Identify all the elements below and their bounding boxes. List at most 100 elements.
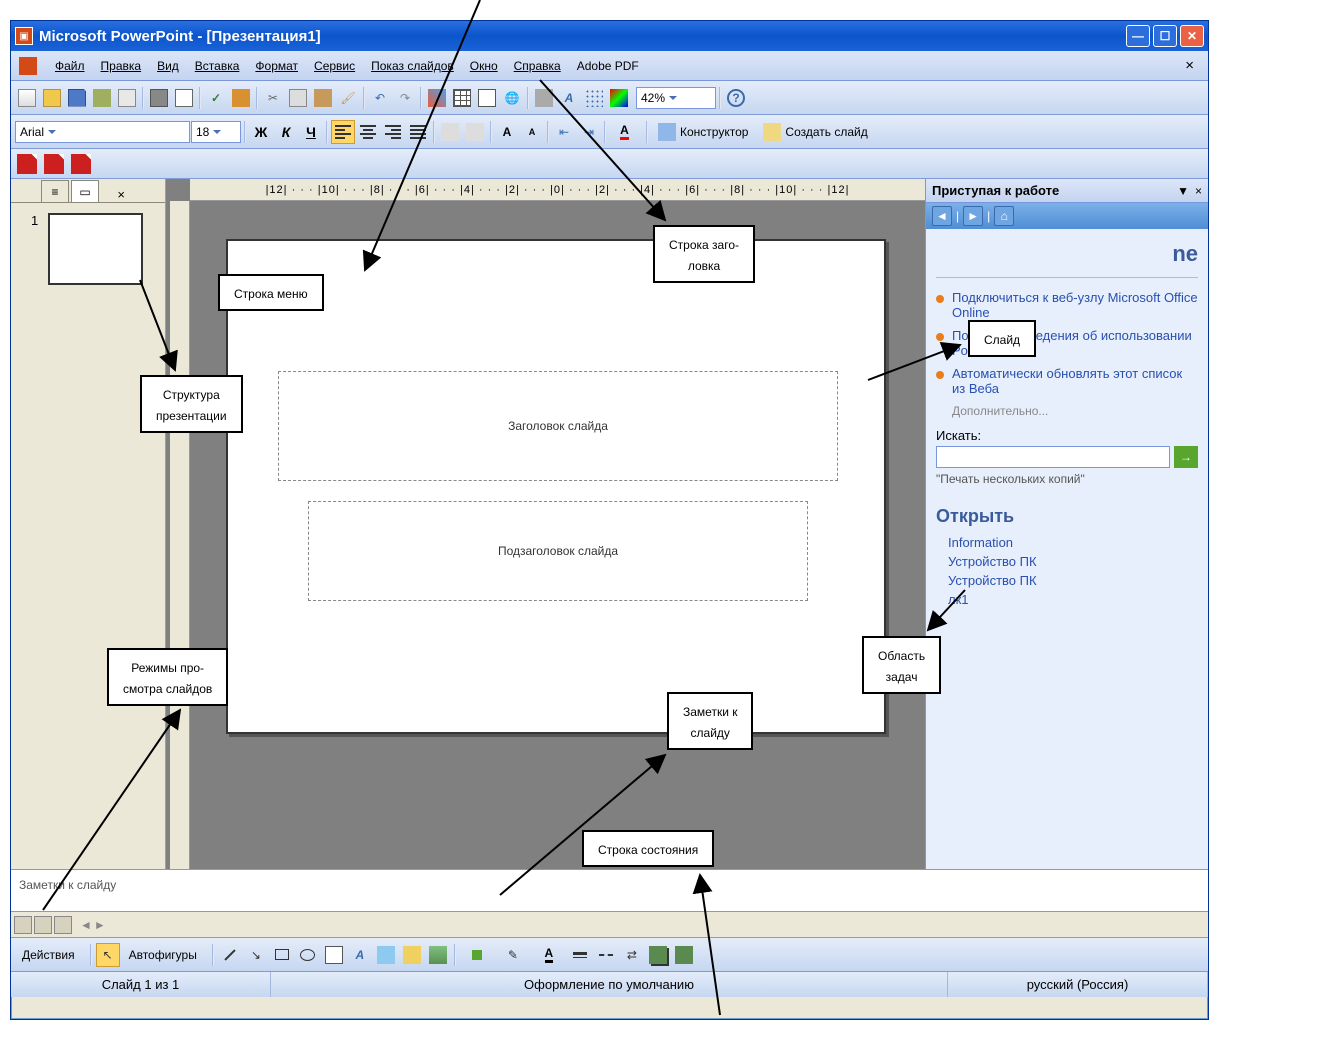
menu-window[interactable]: Окно [462, 56, 506, 75]
outline-tab[interactable]: ≡ [41, 180, 69, 202]
fontsize-combo[interactable]: 18 [191, 121, 241, 143]
chart-button[interactable] [425, 86, 449, 110]
font-color-button2[interactable]: A [532, 943, 566, 967]
redo-button[interactable]: ↷ [393, 86, 417, 110]
arrow-style-button[interactable]: ⇄ [620, 943, 644, 967]
design-button[interactable]: Конструктор [651, 120, 755, 144]
font-color-button[interactable]: A [609, 120, 643, 144]
increase-indent-button[interactable]: ⇥ [577, 120, 601, 144]
tp-link-3[interactable]: Автоматически обновлять этот список из В… [952, 366, 1198, 396]
cut-button[interactable]: ✂ [261, 86, 285, 110]
paste-button[interactable] [311, 86, 335, 110]
panel-close-button[interactable]: × [107, 187, 135, 202]
align-center-button[interactable] [356, 120, 380, 144]
recent-4[interactable]: лк1 [936, 590, 1198, 609]
table-button[interactable] [450, 86, 474, 110]
recent-2[interactable]: Устройство ПК [936, 552, 1198, 571]
grid-button[interactable] [582, 86, 606, 110]
nav-home-button[interactable]: ⌂ [994, 206, 1014, 226]
tables-borders-button[interactable] [475, 86, 499, 110]
close-button[interactable]: ✕ [1180, 25, 1204, 47]
actions-menu[interactable]: Действия [15, 943, 86, 967]
title-placeholder[interactable]: Заголовок слайда [278, 371, 838, 481]
open-button[interactable] [40, 86, 64, 110]
subtitle-placeholder[interactable]: Подзаголовок слайда [308, 501, 808, 601]
zoom-combo[interactable]: 42% [636, 87, 716, 109]
search-go-button[interactable]: → [1174, 446, 1198, 468]
menu-edit[interactable]: Правка [93, 56, 150, 75]
3d-button[interactable] [672, 943, 696, 967]
show-formatting-button[interactable]: A [557, 86, 581, 110]
fill-color-button[interactable] [460, 943, 494, 967]
recent-3[interactable]: Устройство ПК [936, 571, 1198, 590]
rectangle-button[interactable] [270, 943, 294, 967]
line-style-button[interactable] [568, 943, 592, 967]
format-painter-button[interactable]: 🖌 [336, 86, 360, 110]
pdf-btn2[interactable] [42, 152, 66, 176]
help-button[interactable]: ? [724, 86, 748, 110]
control-icon[interactable] [19, 57, 37, 75]
copy-button[interactable] [286, 86, 310, 110]
undo-button[interactable]: ↶ [368, 86, 392, 110]
italic-button[interactable]: К [274, 120, 298, 144]
line-color-button[interactable]: ✎ [496, 943, 530, 967]
notes-pane[interactable]: Заметки к слайду [11, 869, 1208, 911]
permission-button[interactable] [90, 86, 114, 110]
pdf-btn3[interactable] [69, 152, 93, 176]
search-input[interactable] [936, 446, 1170, 468]
new-slide-button[interactable]: Создать слайд [756, 120, 874, 144]
scroll-right-button[interactable]: ► [94, 918, 106, 932]
recent-1[interactable]: Information [936, 533, 1198, 552]
numbering-button[interactable] [438, 120, 462, 144]
textbox-button[interactable] [322, 943, 346, 967]
clipart-button[interactable] [400, 943, 424, 967]
nav-back-button[interactable]: ◄ [932, 206, 952, 226]
slide-thumbnail[interactable] [48, 213, 143, 285]
email-button[interactable] [115, 86, 139, 110]
picture-button[interactable] [426, 943, 450, 967]
maximize-button[interactable]: ☐ [1153, 25, 1177, 47]
dash-style-button[interactable] [594, 943, 618, 967]
decrease-font-button[interactable]: A [520, 120, 544, 144]
bullets-button[interactable] [463, 120, 487, 144]
tp-link-1[interactable]: Подключиться к веб-узлу Microsoft Office… [952, 290, 1198, 320]
slides-tab[interactable]: ▭ [71, 180, 99, 202]
minimize-button[interactable]: — [1126, 25, 1150, 47]
align-justify-button[interactable] [406, 120, 430, 144]
taskpane-close-button[interactable]: × [1195, 184, 1202, 198]
font-combo[interactable]: Arial [15, 121, 190, 143]
wordart-button[interactable]: A [348, 943, 372, 967]
slide-canvas[interactable]: Заголовок слайда Подзаголовок слайда [226, 239, 886, 734]
underline-button[interactable]: Ч [299, 120, 323, 144]
normal-view-button[interactable] [14, 916, 32, 934]
slideshow-view-button[interactable] [54, 916, 72, 934]
save-button[interactable] [65, 86, 89, 110]
expand-button[interactable] [532, 86, 556, 110]
nav-fwd-button[interactable]: ► [963, 206, 983, 226]
new-button[interactable] [15, 86, 39, 110]
menu-adobe[interactable]: Adobe PDF [569, 56, 647, 75]
select-button[interactable]: ↖ [96, 943, 120, 967]
decrease-indent-button[interactable]: ⇤ [552, 120, 576, 144]
tp-more-link[interactable]: Дополнительно... [936, 404, 1198, 418]
pdf-btn1[interactable] [15, 152, 39, 176]
diagram-button[interactable] [374, 943, 398, 967]
align-left-button[interactable] [331, 120, 355, 144]
preview-button[interactable] [172, 86, 196, 110]
menu-help[interactable]: Справка [506, 56, 569, 75]
autoshapes-menu[interactable]: Автофигуры [122, 943, 208, 967]
spelling-button[interactable]: ✓ [204, 86, 228, 110]
research-button[interactable] [229, 86, 253, 110]
menu-view[interactable]: Вид [149, 56, 187, 75]
arrow-button[interactable]: ↘ [244, 943, 268, 967]
color-button[interactable] [607, 86, 631, 110]
shadow-button[interactable] [646, 943, 670, 967]
bold-button[interactable]: Ж [249, 120, 273, 144]
align-right-button[interactable] [381, 120, 405, 144]
menu-format[interactable]: Формат [247, 56, 306, 75]
print-button[interactable] [147, 86, 171, 110]
increase-font-button[interactable]: A [495, 120, 519, 144]
scroll-left-button[interactable]: ◄ [80, 918, 92, 932]
line-button[interactable] [218, 943, 242, 967]
oval-button[interactable] [296, 943, 320, 967]
